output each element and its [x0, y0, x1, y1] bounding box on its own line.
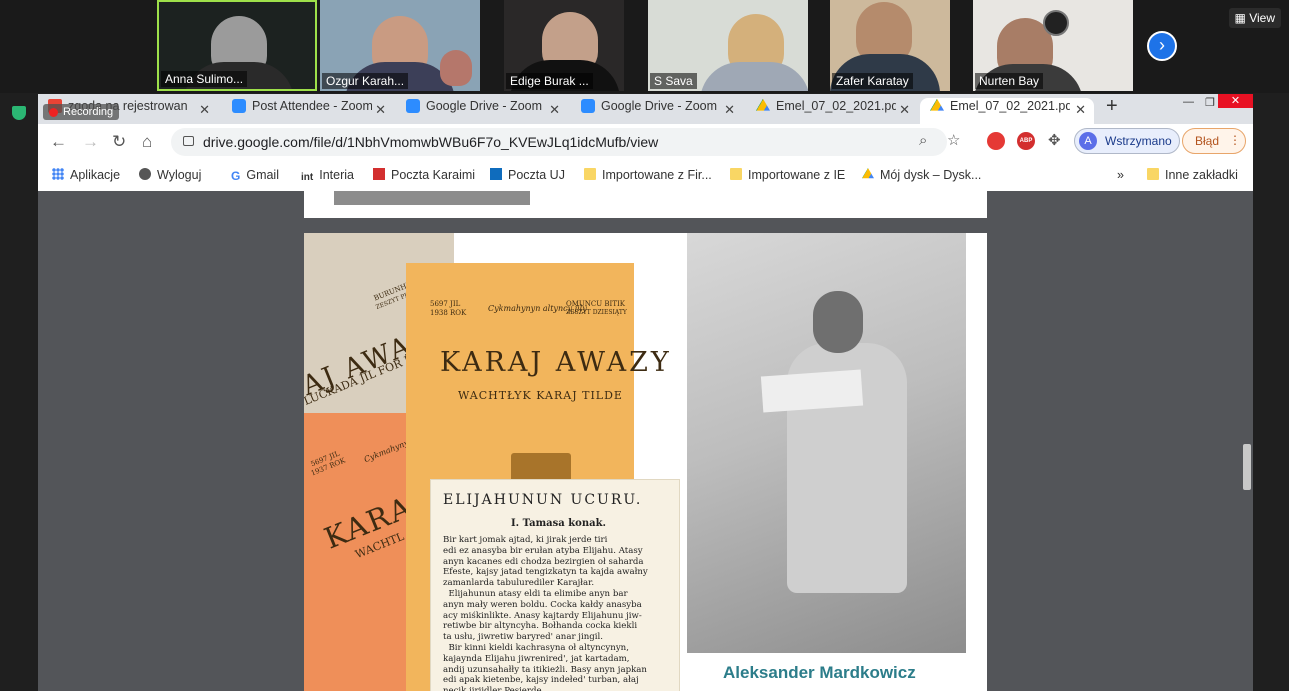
bookmarks-overflow-icon[interactable]: »: [1117, 168, 1124, 182]
tab[interactable]: Google Drive - Zoom ✕: [396, 98, 568, 124]
bookmark-star-icon[interactable]: ☆: [947, 131, 960, 149]
close-icon[interactable]: ✕: [1075, 102, 1086, 118]
participant-tile[interactable]: S Sava: [648, 0, 808, 91]
close-icon[interactable]: ✕: [375, 102, 386, 118]
apps-grid-icon: [52, 168, 64, 180]
pdf-page: BURUNHU BITIK ZESZYT PIERWSZY AJ AWAZY L…: [304, 233, 987, 691]
google-icon: G: [231, 169, 241, 183]
participant-tile[interactable]: Zafer Karatay: [830, 0, 950, 91]
view-button[interactable]: ▦ View: [1228, 8, 1281, 28]
participant-tile[interactable]: Nurten Bay: [973, 0, 1133, 91]
extension-stop-icon[interactable]: [987, 132, 1005, 150]
bookmark-item[interactable]: Mój dysk – Dysk...: [862, 168, 981, 182]
avatar: A: [1079, 132, 1097, 150]
folder-icon: [730, 168, 742, 180]
recording-indicator: Recording: [43, 104, 120, 120]
scrollbar-thumb[interactable]: [1243, 444, 1251, 490]
new-tab-button[interactable]: +: [1106, 95, 1126, 121]
photo-caption: Aleksander Mardkowicz: [723, 663, 916, 682]
tab-active[interactable]: Emel_07_02_2021.pdf ✕: [920, 98, 1094, 124]
bookmark-item[interactable]: Poczta UJ: [490, 168, 565, 182]
pdf-viewer[interactable]: BURUNHU BITIK ZESZYT PIERWSZY AJ AWAZY L…: [38, 191, 1253, 691]
pdf-page: [304, 191, 987, 218]
adblock-icon[interactable]: ABP: [1017, 132, 1035, 150]
article-page: ELIJAHUNUN UCURU. I. Tamasa konak. Bir k…: [430, 479, 680, 691]
extensions-puzzle-icon[interactable]: ✥: [1048, 131, 1061, 149]
browser-window: zgoda na rejestrowan ✕ Post Attendee - Zo…: [38, 94, 1253, 192]
close-icon[interactable]: ✕: [549, 102, 560, 118]
zoom-gallery: Anna Sulimo... Ozgur Karah... Edige Bura…: [0, 0, 1289, 93]
participant-name: Edige Burak ...: [506, 73, 593, 89]
tab[interactable]: Post Attendee - Zoom ✕: [222, 98, 394, 124]
profile-button[interactable]: A Wstrzymano: [1074, 128, 1180, 154]
error-button[interactable]: Błąd ⋮: [1182, 128, 1246, 154]
close-icon[interactable]: ✕: [899, 102, 910, 118]
forward-icon[interactable]: →: [82, 132, 99, 152]
portrait-photo: [687, 233, 966, 653]
globe-icon: [139, 168, 151, 180]
back-icon[interactable]: ←: [50, 132, 67, 152]
bookmarks-bar: Aplikacje Wyloguj G Gmail int Interia Pocz…: [38, 160, 1253, 192]
page-image-fragment: [334, 191, 530, 205]
next-page-arrow-icon[interactable]: ›: [1147, 31, 1177, 61]
zoom-magnifier-icon[interactable]: ⌕: [919, 132, 927, 149]
restore-icon[interactable]: ❐: [1205, 96, 1215, 109]
participant-tile[interactable]: Ozgur Karah...: [320, 0, 480, 91]
bookmark-item[interactable]: Aplikacje: [52, 168, 120, 182]
interia-icon: int: [301, 172, 314, 183]
reload-icon[interactable]: ↻: [112, 132, 126, 152]
home-icon[interactable]: ⌂: [142, 132, 152, 152]
participant-tile[interactable]: Edige Burak ...: [504, 0, 624, 91]
participant-name: Anna Sulimo...: [161, 71, 248, 87]
bookmark-item[interactable]: G Gmail: [231, 168, 279, 183]
participant-tile[interactable]: Anna Sulimo...: [157, 0, 317, 91]
folder-icon: [584, 168, 596, 180]
grid-icon: ▦: [1234, 11, 1250, 25]
drive-icon: [862, 168, 874, 179]
bookmark-item[interactable]: Wyloguj: [139, 168, 201, 182]
more-vert-icon: ⋮: [1229, 133, 1241, 147]
drive-icon: [930, 98, 944, 111]
tab[interactable]: Google Drive - Zoom ✕: [571, 98, 743, 124]
lock-icon: [183, 136, 194, 146]
mail-icon: [373, 168, 385, 180]
participant-name: Zafer Karatay: [832, 73, 913, 89]
bookmark-item[interactable]: Importowane z Fir...: [584, 168, 712, 182]
participant-name: S Sava: [650, 73, 697, 89]
folder-icon: [1147, 168, 1159, 180]
url-text: drive.google.com/file/d/1NbhVmomwbWBu6F7…: [203, 134, 659, 150]
close-window-icon[interactable]: ✕: [1218, 94, 1253, 108]
zoom-icon: [581, 98, 595, 113]
other-bookmarks[interactable]: Inne zakładki: [1147, 168, 1238, 182]
bookmark-item[interactable]: int Interia: [301, 168, 354, 184]
address-bar[interactable]: drive.google.com/file/d/1NbhVmomwbWBu6F7…: [171, 128, 960, 156]
tab-strip: zgoda na rejestrowan ✕ Post Attendee - Zo…: [38, 94, 1253, 124]
zoom-icon: [406, 98, 420, 113]
close-icon[interactable]: ✕: [724, 102, 735, 118]
wall-clock-icon: [1043, 10, 1069, 36]
participant-name: Ozgur Karah...: [322, 73, 409, 89]
close-icon[interactable]: ✕: [199, 102, 210, 118]
tab[interactable]: Emel_07_02_2021.pdf ✕: [746, 98, 918, 124]
newspaper-image: [760, 369, 864, 413]
security-shield-icon: [12, 106, 26, 120]
toolbar: ← → ↻ ⌂ drive.google.com/file/d/1NbhVmom…: [38, 124, 1253, 160]
zoom-icon: [232, 98, 246, 113]
bookmark-item[interactable]: Poczta Karaimi: [373, 168, 475, 182]
outlook-icon: [490, 168, 502, 180]
minimize-icon[interactable]: —: [1183, 96, 1194, 108]
participant-name: Nurten Bay: [975, 73, 1044, 89]
drive-icon: [756, 98, 770, 111]
bookmark-item[interactable]: Importowane z IE: [730, 168, 845, 182]
